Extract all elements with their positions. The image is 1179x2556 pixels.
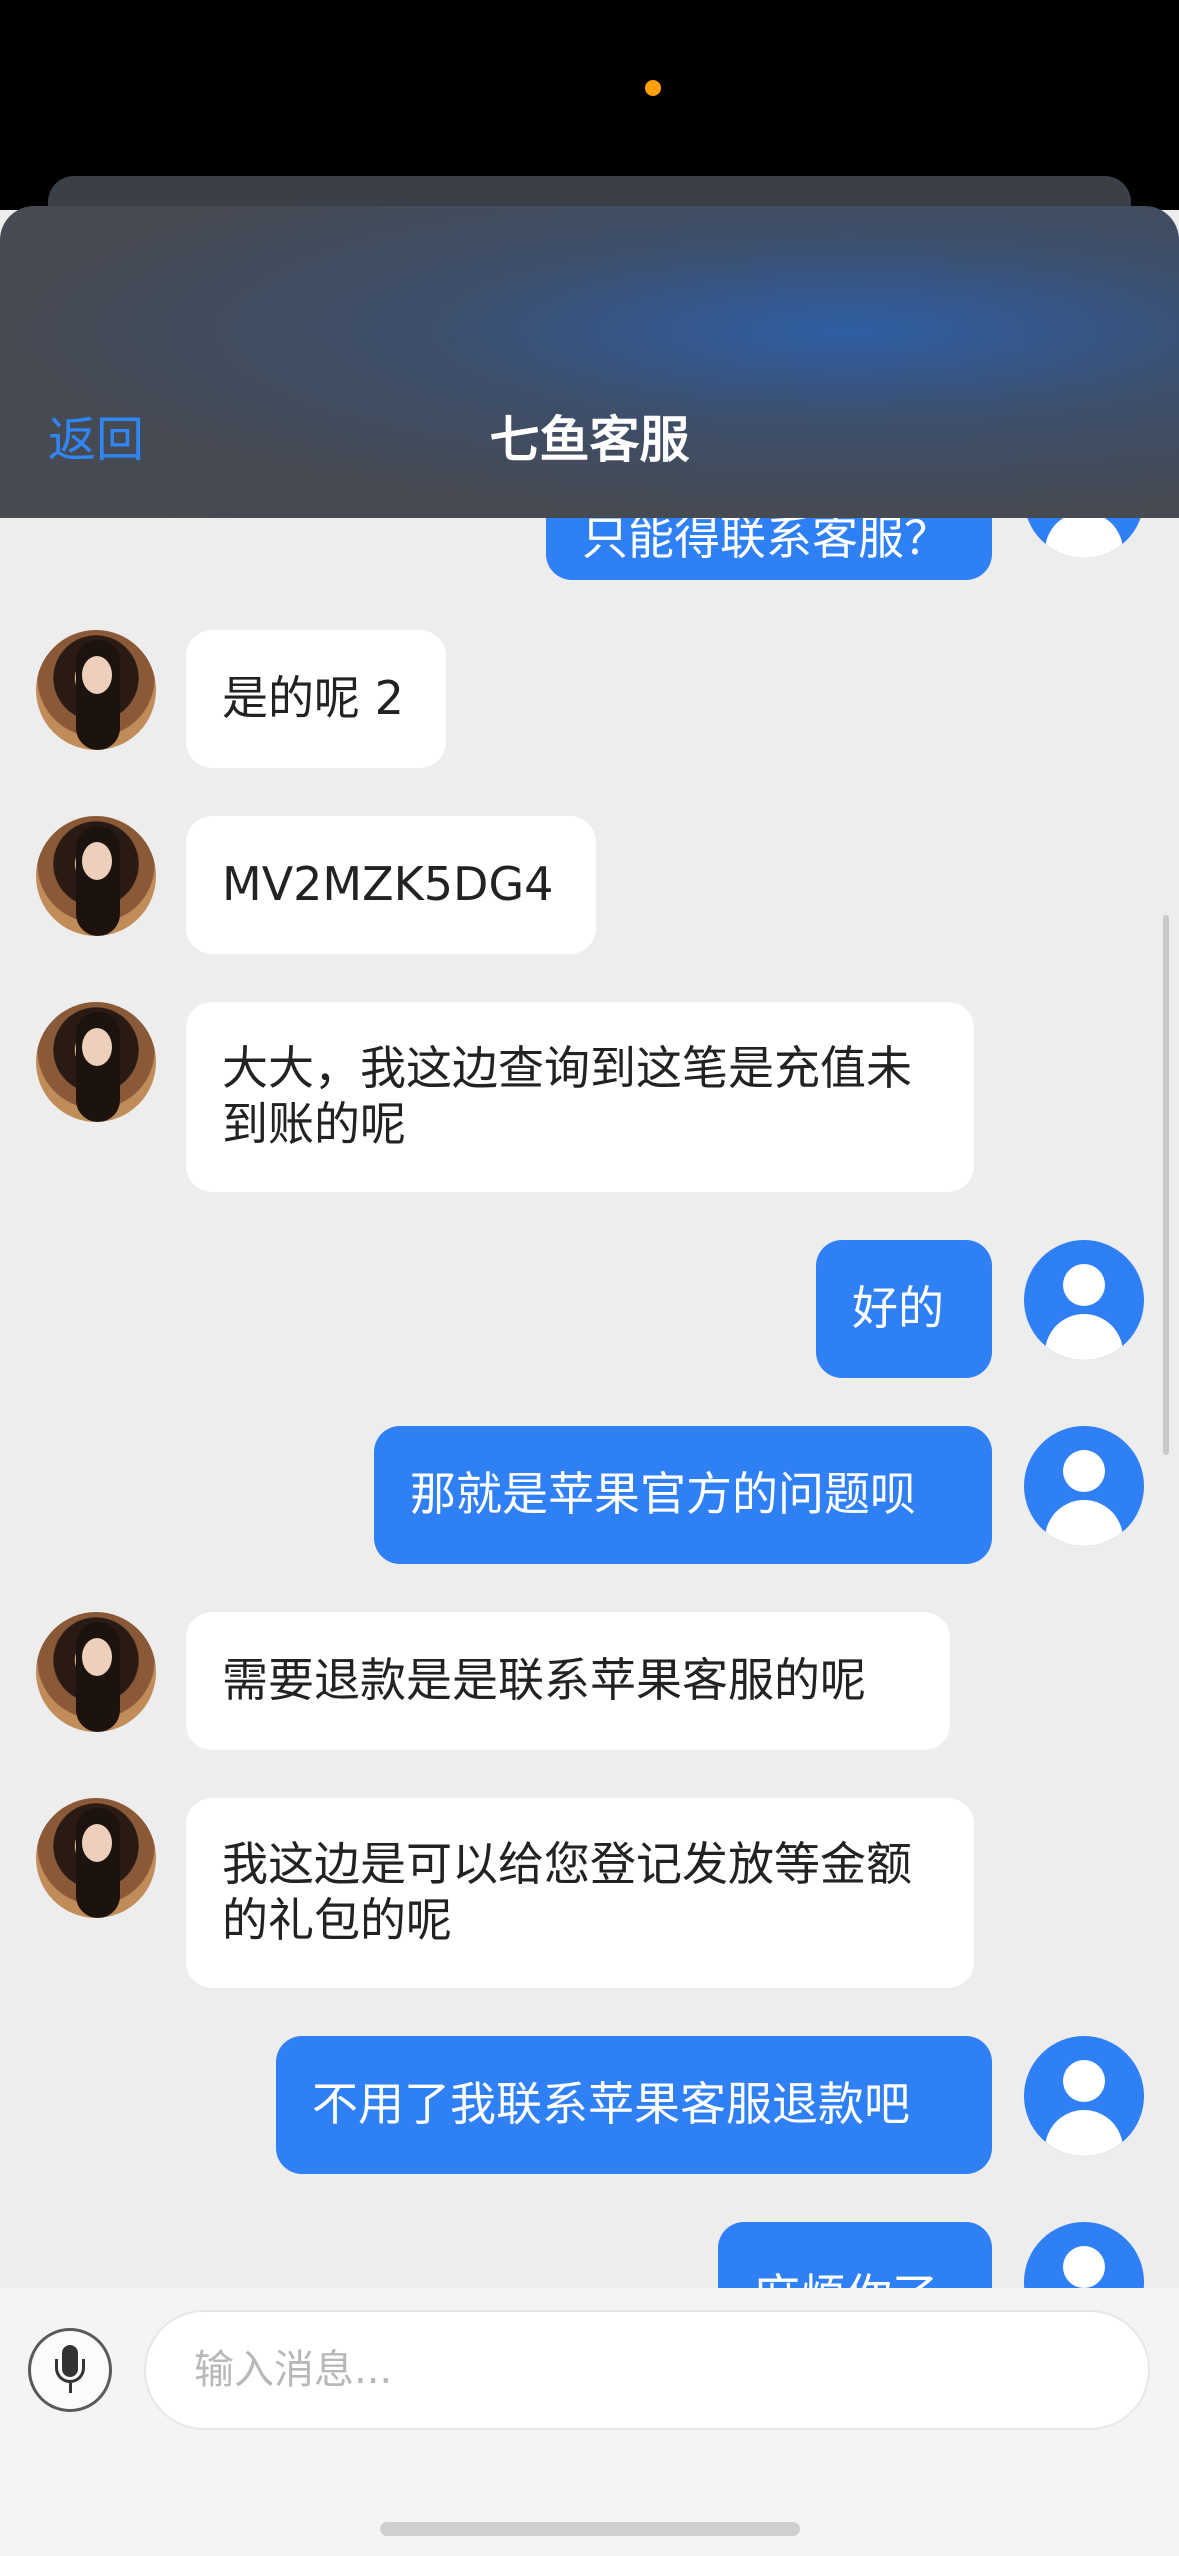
message-bubble: 麻烦你了 xyxy=(718,2222,992,2288)
status-area xyxy=(0,0,1179,236)
message-bubble: 那就是苹果官方的问题呗 xyxy=(374,1426,992,1564)
message-bubble: 好的 xyxy=(816,1240,992,1378)
message-bubble: 只能得联系客服？ xyxy=(546,518,992,580)
message-bubble: 是的呢 2 xyxy=(186,630,446,768)
message-bubble: 我这边是可以给您登记发放等金额的礼包的呢 xyxy=(186,1798,974,1988)
input-bar xyxy=(0,2288,1179,2556)
user-avatar xyxy=(1024,2222,1144,2288)
message-bubble: MV2MZK5DG4 xyxy=(186,816,596,954)
agent-avatar xyxy=(36,1612,156,1732)
home-indicator xyxy=(380,2522,800,2536)
agent-avatar xyxy=(36,630,156,750)
scrollbar[interactable] xyxy=(1163,915,1169,1455)
user-avatar xyxy=(1024,1240,1144,1360)
camera-indicator-dot xyxy=(645,80,661,96)
message-list[interactable]: 只能得联系客服？ 是的呢 2 MV2MZK5DG4 大大，我这边查询到这笔是充值… xyxy=(0,518,1179,2288)
page-title: 七鱼客服 xyxy=(489,411,690,469)
agent-avatar xyxy=(36,1798,156,1918)
message-bubble: 大大，我这边查询到这笔是充值未到账的呢 xyxy=(186,1002,974,1192)
user-avatar xyxy=(1024,518,1144,558)
message-bubble: 需要退款是是联系苹果客服的呢 xyxy=(186,1612,950,1750)
voice-input-button[interactable] xyxy=(28,2328,112,2412)
user-avatar xyxy=(1024,2036,1144,2156)
message-bubble: 不用了我联系苹果客服退款吧 xyxy=(276,2036,992,2174)
agent-avatar xyxy=(36,1002,156,1122)
user-avatar xyxy=(1024,1426,1144,1546)
message-input[interactable] xyxy=(144,2310,1150,2430)
agent-avatar xyxy=(36,816,156,936)
